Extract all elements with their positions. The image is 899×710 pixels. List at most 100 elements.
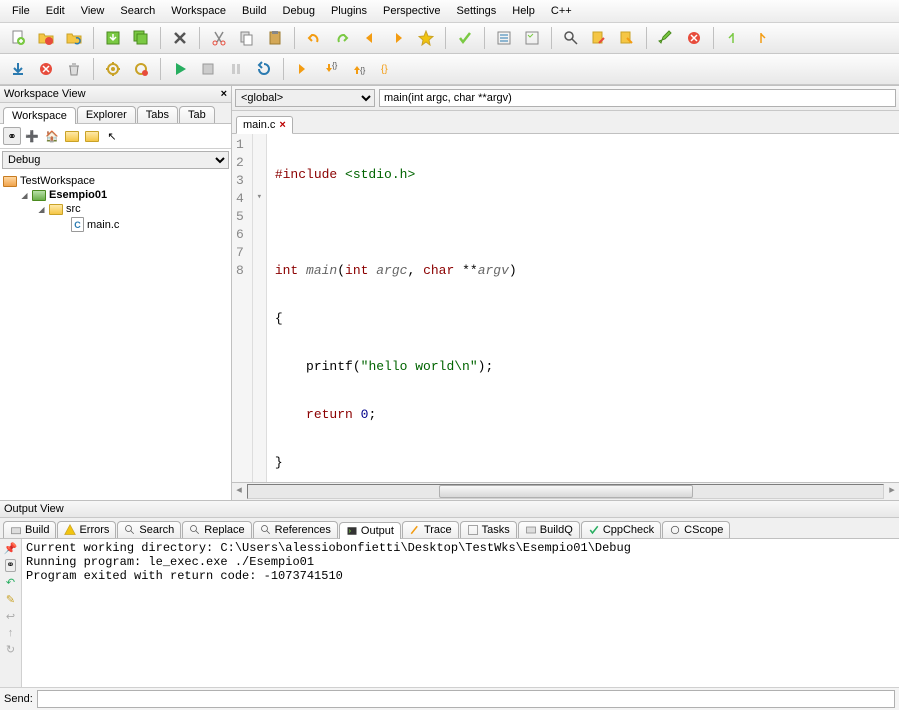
tree-src[interactable]: ◢ src bbox=[3, 202, 228, 216]
link-icon[interactable]: ⚭ bbox=[5, 559, 15, 572]
trash-button[interactable] bbox=[62, 57, 86, 81]
step-left-button[interactable] bbox=[721, 26, 745, 50]
menu-help[interactable]: Help bbox=[504, 2, 543, 20]
scope-selector[interactable]: <global> bbox=[235, 89, 375, 107]
add-icon[interactable]: ➕ bbox=[23, 127, 41, 145]
step-right-button[interactable] bbox=[749, 26, 773, 50]
new-file-button[interactable] bbox=[6, 26, 30, 50]
task-list-button[interactable] bbox=[520, 26, 544, 50]
link-icon[interactable]: ⚭ bbox=[3, 127, 21, 145]
toggle-bookmark-button[interactable] bbox=[492, 26, 516, 50]
step-into-button[interactable]: {} bbox=[319, 57, 343, 81]
send-input[interactable] bbox=[37, 690, 895, 708]
tree-file[interactable]: C main.c bbox=[3, 216, 228, 233]
editor-hscrollbar[interactable]: ◂ ▸ bbox=[232, 482, 899, 500]
tab-buildq[interactable]: BuildQ bbox=[518, 521, 580, 538]
tab-workspace[interactable]: Workspace bbox=[3, 107, 76, 124]
menu-edit[interactable]: Edit bbox=[38, 2, 73, 20]
pin-icon[interactable]: 📌 bbox=[4, 542, 18, 555]
code-editor[interactable]: 12345678 ▾ #include <stdio.h> int main(i… bbox=[232, 134, 899, 482]
copy-button[interactable] bbox=[235, 26, 259, 50]
build-button[interactable] bbox=[101, 57, 125, 81]
menu-cpp[interactable]: C++ bbox=[543, 2, 580, 20]
pause-button[interactable] bbox=[224, 57, 248, 81]
cut-button[interactable] bbox=[207, 26, 231, 50]
menu-workspace[interactable]: Workspace bbox=[163, 2, 234, 20]
tab-cscope[interactable]: CScope bbox=[662, 521, 730, 538]
replace-button[interactable] bbox=[615, 26, 639, 50]
cancel-button[interactable] bbox=[682, 26, 706, 50]
undo-icon[interactable]: ↶ bbox=[6, 576, 15, 589]
menu-plugins[interactable]: Plugins bbox=[323, 2, 375, 20]
function-selector[interactable]: main(int argc, char **argv) bbox=[379, 89, 896, 107]
tab-references[interactable]: References bbox=[253, 521, 338, 538]
clean-button[interactable] bbox=[129, 57, 153, 81]
menu-file[interactable]: File bbox=[4, 2, 38, 20]
menu-debug[interactable]: Debug bbox=[275, 2, 323, 20]
wrap-icon[interactable]: ↩ bbox=[6, 610, 15, 623]
tab-trace[interactable]: Trace bbox=[402, 521, 459, 538]
restart-button[interactable] bbox=[252, 57, 276, 81]
expander-icon[interactable]: ◢ bbox=[37, 205, 46, 214]
reload-icon[interactable]: ↻ bbox=[6, 643, 15, 656]
download-button[interactable] bbox=[6, 57, 30, 81]
stop-button[interactable] bbox=[196, 57, 220, 81]
step-over-button[interactable] bbox=[291, 57, 315, 81]
bookmark-button[interactable] bbox=[414, 26, 438, 50]
forward-button[interactable] bbox=[386, 26, 410, 50]
menu-build[interactable]: Build bbox=[234, 2, 274, 20]
brush-icon[interactable]: ✎ bbox=[6, 593, 15, 606]
redo-button[interactable] bbox=[330, 26, 354, 50]
tab-tasks[interactable]: Tasks bbox=[460, 521, 517, 538]
tab-output[interactable]: Output bbox=[339, 522, 401, 539]
back-button[interactable] bbox=[358, 26, 382, 50]
workspace-panel: Workspace View × Workspace Explorer Tabs… bbox=[0, 86, 232, 500]
run-button[interactable] bbox=[168, 57, 192, 81]
check-button[interactable] bbox=[453, 26, 477, 50]
tab-tabs[interactable]: Tabs bbox=[137, 106, 178, 123]
menu-view[interactable]: View bbox=[73, 2, 113, 20]
save-all-button[interactable] bbox=[129, 26, 153, 50]
editor-tab-main[interactable]: main.c × bbox=[236, 116, 293, 134]
workspace-tree[interactable]: TestWorkspace ◢ Esempio01 ◢ src C main.c bbox=[0, 171, 231, 500]
tree-root[interactable]: TestWorkspace bbox=[3, 174, 228, 188]
home-icon[interactable]: 🏠 bbox=[43, 127, 61, 145]
expander-icon[interactable]: ◢ bbox=[20, 191, 29, 200]
step-out-button[interactable]: {} bbox=[347, 57, 371, 81]
goto-icon[interactable] bbox=[83, 127, 101, 145]
undo-button[interactable] bbox=[302, 26, 326, 50]
tab-replace[interactable]: Replace bbox=[182, 521, 251, 538]
tree-project[interactable]: ◢ Esempio01 bbox=[3, 188, 228, 202]
refresh-button[interactable] bbox=[62, 26, 86, 50]
tab-explorer[interactable]: Explorer bbox=[77, 106, 136, 123]
close-panel-icon[interactable]: × bbox=[221, 88, 227, 100]
tab-search[interactable]: Search bbox=[117, 521, 181, 538]
collapse-icon[interactable] bbox=[63, 127, 81, 145]
menu-search[interactable]: Search bbox=[112, 2, 163, 20]
open-file-button[interactable] bbox=[34, 26, 58, 50]
tab-build[interactable]: Build bbox=[3, 521, 56, 538]
tab-cppcheck[interactable]: CppCheck bbox=[581, 521, 661, 538]
paste-button[interactable] bbox=[263, 26, 287, 50]
fold-icon[interactable]: ▾ bbox=[253, 188, 266, 206]
config-selector[interactable]: Debug bbox=[2, 151, 229, 169]
output-text[interactable]: Current working directory: C:\Users\ales… bbox=[22, 539, 899, 687]
find-in-files-button[interactable] bbox=[587, 26, 611, 50]
find-button[interactable] bbox=[559, 26, 583, 50]
save-button[interactable] bbox=[101, 26, 125, 50]
output-body: 📌 ⚭ ↶ ✎ ↩ ↑ ↻ Current working directory:… bbox=[0, 539, 899, 687]
tab-errors[interactable]: Errors bbox=[57, 521, 116, 538]
close-button[interactable] bbox=[168, 26, 192, 50]
menu-settings[interactable]: Settings bbox=[449, 2, 505, 20]
arrow-up-icon[interactable]: ↑ bbox=[8, 627, 14, 639]
tab-tab[interactable]: Tab bbox=[179, 106, 215, 123]
pointer-icon[interactable]: ↖ bbox=[103, 127, 121, 145]
highlight-button[interactable] bbox=[654, 26, 678, 50]
code-content[interactable]: #include <stdio.h> int main(int argc, ch… bbox=[267, 134, 525, 482]
stop-debug-button[interactable] bbox=[34, 57, 58, 81]
close-tab-icon[interactable]: × bbox=[279, 119, 285, 131]
menu-perspective[interactable]: Perspective bbox=[375, 2, 448, 20]
step-next-button[interactable]: {} bbox=[375, 57, 399, 81]
main-toolbar bbox=[0, 23, 899, 54]
scrollbar-thumb[interactable] bbox=[439, 485, 693, 498]
